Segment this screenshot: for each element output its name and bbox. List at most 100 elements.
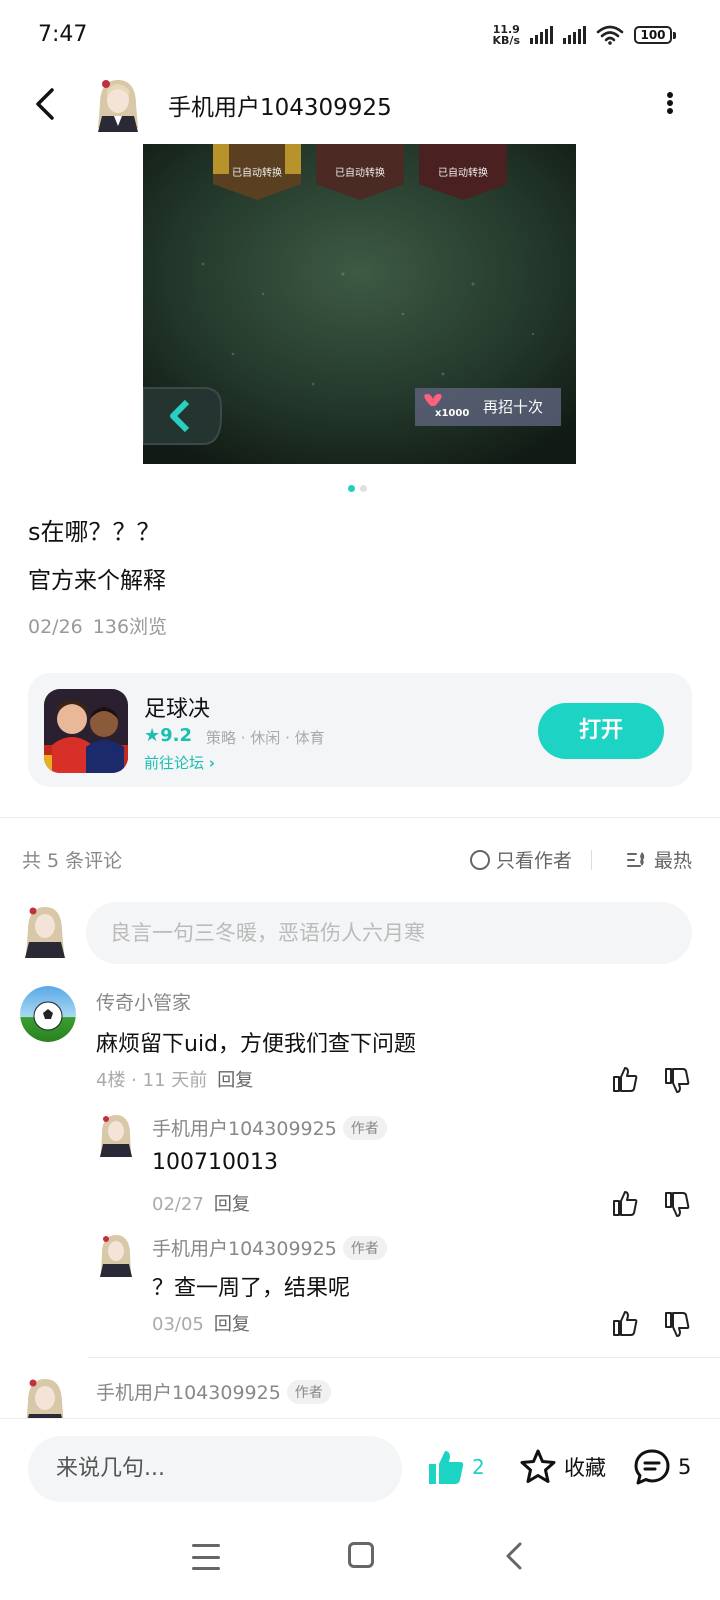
- thumb-up-filled-icon[interactable]: [426, 1447, 466, 1487]
- status-icons: 11.9 KB/s 100: [493, 24, 676, 46]
- signal-icon: [530, 26, 553, 44]
- reply-text: ？查一周了，结果呢: [152, 1276, 351, 1301]
- comment-floor-time: 4楼 · 11 天前: [96, 1070, 208, 1091]
- reply-button[interactable]: 回复: [214, 1314, 250, 1335]
- reply-date: 03/05: [152, 1314, 204, 1335]
- reply-author-name[interactable]: 手机用户104309925 作者: [152, 1234, 387, 1261]
- home-icon[interactable]: [348, 1542, 374, 1568]
- wifi-icon: [596, 25, 624, 45]
- comment-text: 麻烦留下uid，方便我们查下问题: [96, 1032, 417, 1057]
- forum-link[interactable]: 前往论坛 ›: [144, 752, 215, 773]
- user-avatar[interactable]: [92, 76, 144, 132]
- sort-hot-label[interactable]: 最热: [654, 846, 692, 873]
- post-date: 02/26: [28, 616, 83, 638]
- favorite-button[interactable]: 收藏: [518, 1447, 606, 1487]
- menu-icon[interactable]: [192, 1544, 220, 1570]
- image-cost: x1000: [435, 408, 470, 419]
- header-username[interactable]: 手机用户104309925: [168, 88, 392, 122]
- author-badge: 作者: [342, 1235, 387, 1260]
- commenter-name[interactable]: 传奇小管家: [96, 988, 191, 1015]
- like-count: 2: [472, 1455, 485, 1479]
- pager-dot-active: [348, 485, 355, 492]
- net-speed-unit: KB/s: [492, 34, 520, 47]
- system-nav-bar: [0, 1522, 720, 1600]
- commenter-avatar[interactable]: [20, 986, 76, 1042]
- reply-avatar[interactable]: [96, 1233, 136, 1277]
- back-arrow-icon[interactable]: [26, 82, 70, 126]
- commenter-avatar[interactable]: [20, 1376, 70, 1418]
- say-input[interactable]: 来说几句...: [28, 1436, 402, 1502]
- comment-separator: [88, 1357, 720, 1358]
- commenter-name-label[interactable]: 手机用户104309925: [96, 1378, 281, 1405]
- signal-icon-2: [563, 26, 586, 44]
- comment-input[interactable]: 良言一句三冬暖，恶语伤人六月寒: [86, 902, 692, 964]
- author-badge: 作者: [342, 1115, 387, 1140]
- game-tags: 策略 · 休闲 · 体育: [206, 729, 325, 747]
- more-options-icon[interactable]: [660, 88, 680, 118]
- top-header: 手机用户104309925: [0, 70, 720, 140]
- reply-meta: 03/05 回复: [152, 1310, 250, 1336]
- image-badge-1: 已自动转换: [232, 168, 282, 179]
- post-body: 官方来个解释: [28, 568, 166, 594]
- game-icon[interactable]: [44, 689, 128, 773]
- thumb-down-icon[interactable]: [662, 1310, 692, 1340]
- thumb-up-icon[interactable]: [610, 1064, 640, 1094]
- battery-level: 100: [634, 26, 672, 44]
- image-draw-button: 再招十次: [483, 398, 544, 416]
- nav-back-icon[interactable]: [500, 1540, 528, 1572]
- section-divider: [0, 817, 720, 818]
- reply-author-name[interactable]: 手机用户104309925 作者: [152, 1114, 387, 1141]
- sort-hot-button[interactable]: 最热: [626, 846, 692, 873]
- forum-link-label[interactable]: 前往论坛: [144, 754, 204, 772]
- author-badge: 作者: [286, 1379, 331, 1404]
- my-avatar: [25, 907, 65, 958]
- only-author-label[interactable]: 只看作者: [496, 846, 572, 873]
- reply-meta: 02/27 回复: [152, 1190, 250, 1216]
- post-image[interactable]: 已自动转换 已自动转换 已自动转换 x1000 再招十次: [143, 144, 576, 464]
- toolbar-separator: [591, 850, 592, 870]
- net-speed: 11.9 KB/s: [493, 24, 520, 46]
- image-pager: [348, 485, 367, 492]
- bottom-action-bar: 来说几句... 2 收藏 5: [0, 1418, 720, 1522]
- thumb-down-icon[interactable]: [662, 1190, 692, 1220]
- comment-meta: 4楼 · 11 天前 回复: [96, 1066, 253, 1092]
- only-author-toggle[interactable]: 只看作者: [469, 846, 572, 873]
- image-badge-3: 已自动转换: [438, 168, 488, 179]
- battery-icon: 100: [634, 26, 676, 44]
- star-icon: ★: [144, 725, 161, 746]
- star-outline-icon[interactable]: [518, 1447, 558, 1487]
- post-meta: 02/26 136浏览: [28, 612, 177, 639]
- game-rating-value: 9.2: [160, 725, 193, 746]
- thumb-down-icon[interactable]: [662, 1066, 692, 1096]
- open-game-button[interactable]: 打开: [538, 703, 664, 759]
- reply-author-label[interactable]: 手机用户104309925: [152, 1234, 337, 1261]
- commenter-name-label[interactable]: 传奇小管家: [96, 988, 191, 1015]
- comments-button[interactable]: 5: [632, 1447, 691, 1487]
- commenter-name[interactable]: 手机用户104309925 作者: [96, 1378, 331, 1405]
- reply-button[interactable]: 回复: [217, 1070, 253, 1091]
- image-badge-2: 已自动转换: [335, 168, 385, 179]
- sort-icon: [626, 851, 645, 867]
- comments-count: 共 5 条评论: [22, 850, 123, 872]
- reply-date: 02/27: [152, 1194, 204, 1215]
- game-card[interactable]: 足球决 ★9.2 策略 · 休闲 · 体育 前往论坛 › 打开: [28, 673, 692, 787]
- favorite-label[interactable]: 收藏: [564, 1452, 606, 1482]
- pager-dot: [360, 485, 367, 492]
- reply-button[interactable]: 回复: [214, 1194, 250, 1215]
- status-bar: 7:47 11.9 KB/s 100: [0, 0, 720, 76]
- reply-text: 100710013: [152, 1150, 278, 1175]
- comment-bubble-icon[interactable]: [632, 1447, 672, 1487]
- reply-author-label[interactable]: 手机用户104309925: [152, 1114, 337, 1141]
- status-time: 7:47: [38, 22, 88, 47]
- radio-circle-icon[interactable]: [469, 849, 490, 870]
- game-name[interactable]: 足球决: [144, 691, 210, 723]
- chevron-right-icon: ›: [208, 754, 215, 772]
- post-views: 136浏览: [92, 616, 168, 638]
- like-button[interactable]: 2: [426, 1447, 485, 1487]
- comment-count: 5: [678, 1455, 692, 1479]
- reply-avatar[interactable]: [96, 1113, 136, 1157]
- game-rating: ★9.2: [144, 725, 192, 746]
- thumb-up-icon[interactable]: [610, 1188, 640, 1218]
- post-title: s在哪？？？: [28, 518, 161, 546]
- thumb-up-icon[interactable]: [610, 1308, 640, 1338]
